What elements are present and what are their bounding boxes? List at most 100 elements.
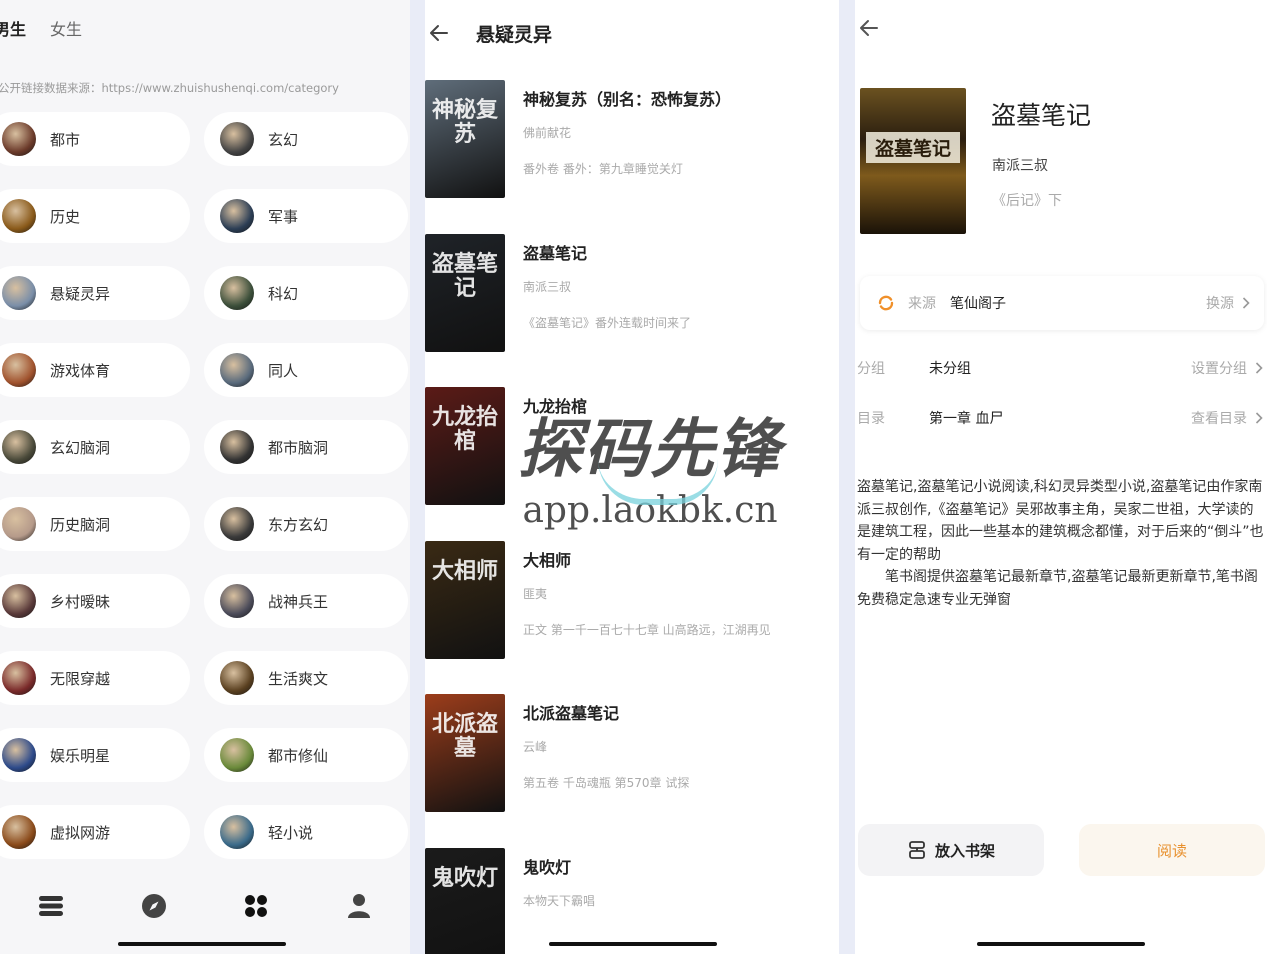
discover-icon[interactable] (136, 888, 172, 924)
book-list-item[interactable]: 九龙抬棺 九龙抬棺 (425, 387, 839, 541)
category-item[interactable]: 玄幻脑洞 (0, 420, 190, 474)
group-row[interactable]: 分组 未分组 设置分组 (857, 356, 1263, 380)
book-list-item[interactable]: 神秘复苏 神秘复苏（别名：恐怖复苏） 佛前献花 番外卷 番外：第九章睡觉关灯 (425, 80, 839, 234)
bottom-nav (0, 880, 410, 932)
cover-title: 九龙抬棺 (431, 404, 498, 454)
category-item[interactable]: 乡村暧昧 (0, 574, 190, 628)
latest-chapter: 《盗墓笔记》番外连载时间来了 (523, 315, 692, 330)
category-item[interactable]: 轻小说 (204, 805, 408, 859)
chevron-right-icon (1255, 412, 1263, 424)
cover-title: 神秘复苏 (431, 97, 498, 147)
category-item[interactable]: 战神兵王 (204, 574, 408, 628)
category-item[interactable]: 玄幻 (204, 112, 408, 166)
book-cover: 九龙抬棺 (425, 387, 505, 505)
category-label: 科幻 (268, 284, 299, 303)
latest-chapter (523, 467, 587, 483)
category-grid: 都市 玄幻历史 军事悬疑灵异 科幻游戏体育 同人玄幻脑洞 都市脑洞历史脑洞 东方玄幻乡村暧昧… (0, 112, 410, 859)
category-item[interactable]: 历史 (0, 189, 190, 243)
category-thumbnail (2, 661, 36, 695)
page-title: 悬疑灵异 (476, 23, 553, 46)
category-label: 玄幻脑洞 (50, 438, 111, 457)
view-toc-button[interactable]: 查看目录 (1191, 408, 1263, 428)
bookshelf-icon[interactable] (33, 888, 69, 924)
group-value: 未分组 (929, 361, 971, 377)
cover-title: 北派盗墓 (431, 711, 498, 761)
bookshelf-add-icon (909, 841, 925, 859)
category-item[interactable]: 科幻 (204, 266, 408, 320)
book-cover: 北派盗墓 (425, 694, 505, 812)
book-list-item[interactable]: 鬼吹灯 鬼吹灯 本物天下霸唱 (425, 847, 839, 954)
category-label: 历史脑洞 (50, 515, 111, 534)
home-indicator (977, 942, 1145, 946)
category-label: 同人 (268, 361, 299, 380)
category-item[interactable]: 悬疑灵异 (0, 266, 190, 320)
category-item[interactable]: 娱乐明星 (0, 728, 190, 782)
category-label: 无限穿越 (50, 669, 111, 688)
book-list-item[interactable]: 大相师 大相师 匪夷 正文 第一千一百七十七章 山高路远，江湖再见 (425, 540, 839, 695)
home-indicator (118, 942, 286, 946)
book-title: 盗墓笔记 (523, 243, 588, 263)
profile-icon[interactable] (341, 888, 377, 924)
change-source-button[interactable]: 换源 (1206, 293, 1250, 313)
category-thumbnail (2, 276, 36, 310)
category-thumbnail (220, 353, 254, 387)
category-thumbnail (220, 661, 254, 695)
source-label: 来源 (908, 296, 936, 312)
category-item[interactable]: 都市脑洞 (204, 420, 408, 474)
category-item[interactable]: 虚拟网游 (0, 805, 190, 859)
book-meta: 鬼吹灯 本物天下霸唱 (523, 848, 595, 954)
chevron-right-icon (1255, 362, 1263, 374)
add-to-shelf-button[interactable]: 放入书架 (858, 824, 1044, 876)
category-thumbnail (2, 507, 36, 541)
description-paragraph: 盗墓笔记,盗墓笔记小说阅读,科幻灵异类型小说,盗墓笔记由作家南派三叔创作,《盗墓… (857, 479, 1264, 563)
category-thumbnail (2, 430, 36, 464)
category-item[interactable]: 生活爽文 (204, 651, 408, 705)
book-list-item[interactable]: 北派盗墓 北派盗墓笔记 云峰 第五卷 千岛魂瓶 第570章 试探 (425, 694, 839, 848)
category-label: 历史 (50, 207, 81, 226)
read-label: 阅读 (1156, 841, 1187, 860)
header: 悬疑灵异 (425, 18, 839, 48)
set-group-button[interactable]: 设置分组 (1191, 358, 1263, 378)
tab-female[interactable]: 女生 (50, 16, 82, 40)
category-thumbnail (220, 507, 254, 541)
book-cover: 大相师 (425, 540, 505, 659)
category-label: 虚拟网游 (50, 823, 111, 842)
cover-title: 盗墓笔记 (866, 132, 960, 163)
description-paragraph: 笔书阁提供盗墓笔记最新章节,盗墓笔记最新更新章节,笔书阁免费稳定急速专业无弹窗 (857, 569, 1258, 608)
category-item[interactable]: 同人 (204, 343, 408, 397)
home-indicator (549, 942, 717, 946)
category-item[interactable]: 无限穿越 (0, 651, 190, 705)
book-author: 本物天下霸唱 (523, 893, 596, 908)
book-author (523, 431, 587, 447)
read-button[interactable]: 阅读 (1079, 824, 1265, 876)
source-card[interactable]: 来源 笔仙阁子 换源 (860, 276, 1264, 330)
book-title: 北派盗墓笔记 (523, 704, 620, 723)
category-item[interactable]: 军事 (204, 189, 408, 243)
change-source-label: 换源 (1206, 296, 1234, 312)
category-label: 乡村暧昧 (50, 592, 111, 611)
data-source-note: 公开链接数据来源：https://www.zhuishushenqi.com/c… (0, 81, 339, 95)
toc-row[interactable]: 目录 第一章 血尸 查看目录 (857, 406, 1263, 430)
book-list-item[interactable]: 盗墓笔记 盗墓笔记 南派三叔 《盗墓笔记》番外连载时间来了 (425, 233, 839, 388)
book-list-screen: 悬疑灵异 神秘复苏 神秘复苏（别名：恐怖复苏） 佛前献花 番外卷 番外：第九章睡觉关灯… (425, 0, 839, 954)
category-icon[interactable] (238, 888, 274, 924)
back-arrow-icon[interactable] (857, 16, 881, 40)
book-author: 南派三叔 (992, 158, 1048, 174)
cover-title: 盗墓笔记 (431, 250, 498, 301)
category-item[interactable]: 历史脑洞 (0, 497, 190, 551)
category-item[interactable]: 游戏体育 (0, 343, 190, 397)
book-meta: 北派盗墓笔记 云峰 第五卷 千岛魂瓶 第570章 试探 (523, 694, 689, 848)
tab-male[interactable]: 男生 (0, 16, 26, 40)
category-label: 悬疑灵异 (50, 284, 111, 303)
category-label: 战神兵王 (268, 592, 329, 611)
back-arrow-icon[interactable] (427, 21, 451, 45)
category-item[interactable]: 都市修仙 (204, 728, 408, 782)
category-screen: 男生 女生 公开链接数据来源：https://www.zhuishushenqi… (0, 0, 410, 954)
latest-chapter: 《后记》下 (992, 193, 1062, 209)
category-item[interactable]: 东方玄幻 (204, 497, 408, 551)
category-label: 都市脑洞 (268, 438, 329, 457)
category-thumbnail (2, 122, 36, 156)
category-item[interactable]: 都市 (0, 112, 190, 166)
category-thumbnail (220, 738, 254, 772)
set-group-label: 设置分组 (1191, 361, 1247, 377)
